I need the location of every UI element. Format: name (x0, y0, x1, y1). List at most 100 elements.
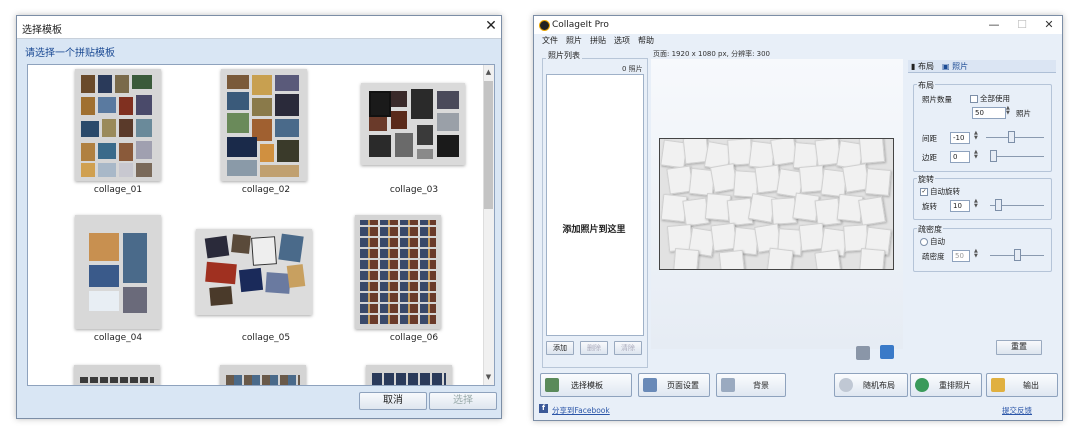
template-thumbnail[interactable] (74, 365, 160, 385)
share-facebook-link[interactable]: 分享到Facebook (552, 405, 610, 416)
app-title: CollageIt Pro (552, 20, 609, 30)
page-info: 页面: 1920 x 1080 px, 分辨率: 300 (653, 50, 771, 58)
spacing-slider-track[interactable] (986, 137, 1044, 138)
reset-button[interactable]: 重置 (996, 340, 1042, 355)
choose-template-label: 选择模板 (571, 381, 603, 390)
margin-spinner[interactable]: ▲ ▼ (974, 150, 980, 160)
background-button[interactable]: 背景 (716, 373, 786, 397)
menu-collage[interactable]: 拼贴 (590, 35, 606, 46)
app-title-bar: CollageIt Pro — ☐ ✕ (534, 16, 1062, 34)
auto-rotate-label: 自动旋转 (930, 187, 960, 196)
tab-layout[interactable]: ▮ 布局 (911, 61, 934, 72)
margin-input[interactable]: 0 (950, 151, 970, 163)
page-setup-button[interactable]: 页面设置 (638, 373, 710, 397)
auto-density-label: 自动 (930, 237, 945, 246)
clear-button[interactable]: 清除 (614, 341, 642, 355)
cancel-button[interactable]: 取消 (359, 392, 427, 410)
scrollbar-thumb[interactable] (484, 81, 493, 209)
close-icon[interactable]: ✕ (1039, 18, 1059, 32)
shuffle-photos-label: 重排照片 (939, 381, 971, 390)
collage-preview[interactable] (659, 138, 894, 270)
grid-view-icon[interactable] (880, 345, 894, 359)
dialog-title: 选择模板 (22, 25, 62, 36)
auto-density-radio[interactable] (920, 238, 928, 246)
close-icon[interactable]: ✕ (483, 18, 499, 34)
density-label: 疏密度 (922, 252, 945, 261)
rotate-slider-knob[interactable] (995, 199, 1002, 211)
rotation-group-title: 旋转 (917, 174, 935, 185)
scroll-down-icon[interactable]: ▼ (483, 371, 494, 383)
output-label: 输出 (1023, 381, 1039, 390)
menu-options[interactable]: 选项 (614, 35, 630, 46)
margin-slider-knob[interactable] (990, 150, 997, 162)
spacing-slider-knob[interactable] (1008, 131, 1015, 143)
add-photos-hint: 添加照片到这里 (562, 225, 626, 235)
output-icon (991, 378, 1005, 392)
side-tabs: ▮ 布局 ▣ 照片 (908, 60, 1056, 73)
photo-count-input[interactable]: 50 (972, 107, 1006, 119)
photo-list-label: 照片列表 (546, 50, 582, 61)
photo-count-spinner[interactable]: ▲ ▼ (1006, 106, 1012, 116)
maximize-icon[interactable]: ☐ (1012, 18, 1032, 32)
random-layout-label: 随机布局 (863, 381, 895, 390)
spacing-spinner[interactable]: ▲ ▼ (974, 131, 980, 141)
template-label: collage_03 (389, 185, 439, 195)
spacing-label: 间距 (922, 134, 937, 143)
template-icon (545, 378, 559, 392)
template-dialog: 选择模板 ✕ 请选择一个拼贴模板 collage_01 collage_02 c… (16, 15, 502, 419)
menu-photo[interactable]: 照片 (566, 35, 582, 46)
template-thumbnail[interactable] (220, 365, 306, 385)
rotate-label: 旋转 (922, 202, 937, 211)
template-thumbnail (196, 229, 312, 315)
margin-label: 边距 (922, 153, 937, 162)
density-input[interactable]: 50 (952, 250, 970, 262)
template-grid[interactable]: collage_01 collage_02 collage_03 collage… (27, 64, 495, 386)
tab-photo[interactable]: ▣ 照片 (942, 61, 968, 72)
add-button[interactable]: 添加 (546, 341, 574, 355)
shuffle-icon (915, 378, 929, 392)
fit-view-icon[interactable] (856, 346, 870, 360)
template-thumbnail (75, 215, 161, 329)
facebook-icon[interactable]: f (539, 404, 548, 413)
dialog-title-bar: 选择模板 ✕ (17, 16, 501, 39)
density-slider-knob[interactable] (1014, 249, 1021, 261)
auto-rotate-checkbox[interactable]: ✓ (920, 188, 928, 196)
template-label: collage_05 (241, 333, 291, 343)
random-icon (839, 378, 853, 392)
rotate-spinner[interactable]: ▲ ▼ (974, 199, 980, 209)
menu-help[interactable]: 帮助 (638, 35, 654, 46)
page-setup-icon (643, 378, 657, 392)
background-icon (721, 378, 735, 392)
use-all-checkbox[interactable] (970, 95, 978, 103)
photo-count-label: 照片数量 (922, 95, 952, 104)
rotate-input[interactable]: 10 (950, 200, 970, 212)
minimize-icon[interactable]: — (984, 18, 1004, 32)
scroll-up-icon[interactable]: ▲ (483, 66, 494, 78)
feedback-link[interactable]: 提交反馈 (1002, 405, 1032, 416)
layout-group-title: 布局 (917, 80, 935, 91)
shuffle-photos-button[interactable]: 重排照片 (910, 373, 982, 397)
template-label: collage_02 (241, 185, 291, 195)
template-label: collage_01 (93, 185, 143, 195)
menu-file[interactable]: 文件 (542, 35, 558, 46)
photo-drop-area[interactable] (546, 74, 644, 336)
menu-bar: 文件 照片 拼贴 选项 帮助 (534, 34, 1062, 47)
margin-slider-track[interactable] (990, 156, 1044, 157)
template-thumbnail (75, 69, 161, 181)
app-logo-icon (539, 20, 550, 31)
output-button[interactable]: 输出 (986, 373, 1058, 397)
density-group-title: 疏密度 (917, 224, 943, 235)
template-label: collage_04 (93, 333, 143, 343)
select-button[interactable]: 选择 (429, 392, 497, 410)
template-thumbnail (221, 69, 307, 181)
random-layout-button[interactable]: 随机布局 (834, 373, 908, 397)
template-thumbnail (355, 215, 441, 329)
density-spinner[interactable]: ▲ ▼ (974, 249, 980, 259)
photo-count: 0 照片 (622, 65, 643, 73)
delete-button[interactable]: 删除 (580, 341, 608, 355)
choose-template-button[interactable]: 选择模板 (540, 373, 632, 397)
background-label: 背景 (753, 381, 769, 390)
template-thumbnail[interactable] (366, 365, 452, 385)
template-thumbnail (361, 83, 465, 165)
spacing-input[interactable]: -10 (950, 132, 970, 144)
